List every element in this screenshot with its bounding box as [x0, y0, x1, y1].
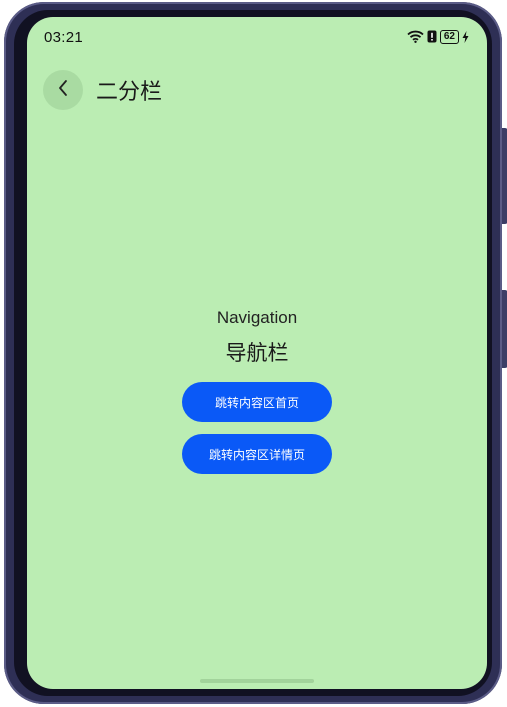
- go-content-home-label: 跳转内容区首页: [214, 395, 299, 410]
- charging-icon: [462, 28, 469, 47]
- volume-button: [502, 128, 507, 224]
- go-content-detail-button[interactable]: 跳转内容区详情页: [182, 434, 332, 474]
- go-content-detail-label: 跳转内容区详情页: [208, 447, 305, 462]
- status-bar: 03:21 62: [27, 17, 487, 57]
- page-title: 二分栏: [96, 80, 163, 105]
- wifi-icon: [407, 28, 424, 47]
- power-button: [502, 290, 507, 368]
- screen: 03:21 62 二分栏 Navigation 导航栏 跳转内容区首页 跳转内容…: [27, 17, 487, 689]
- home-indicator[interactable]: [200, 679, 314, 683]
- go-content-home-button[interactable]: 跳转内容区首页: [182, 382, 332, 422]
- status-icons: 62: [407, 29, 469, 45]
- app-header: 二分栏: [43, 70, 162, 110]
- chevron-left-icon: [57, 79, 69, 101]
- navigation-panel: Navigation 导航栏 跳转内容区首页 跳转内容区详情页: [27, 307, 487, 474]
- back-button[interactable]: [43, 70, 83, 110]
- status-time: 03:21: [44, 29, 84, 46]
- battery-icon: 62: [439, 30, 459, 44]
- navigation-title: 导航栏: [225, 341, 289, 365]
- navigation-label: Navigation: [216, 308, 298, 327]
- alert-icon: [427, 28, 437, 47]
- battery-level: 62: [443, 31, 455, 42]
